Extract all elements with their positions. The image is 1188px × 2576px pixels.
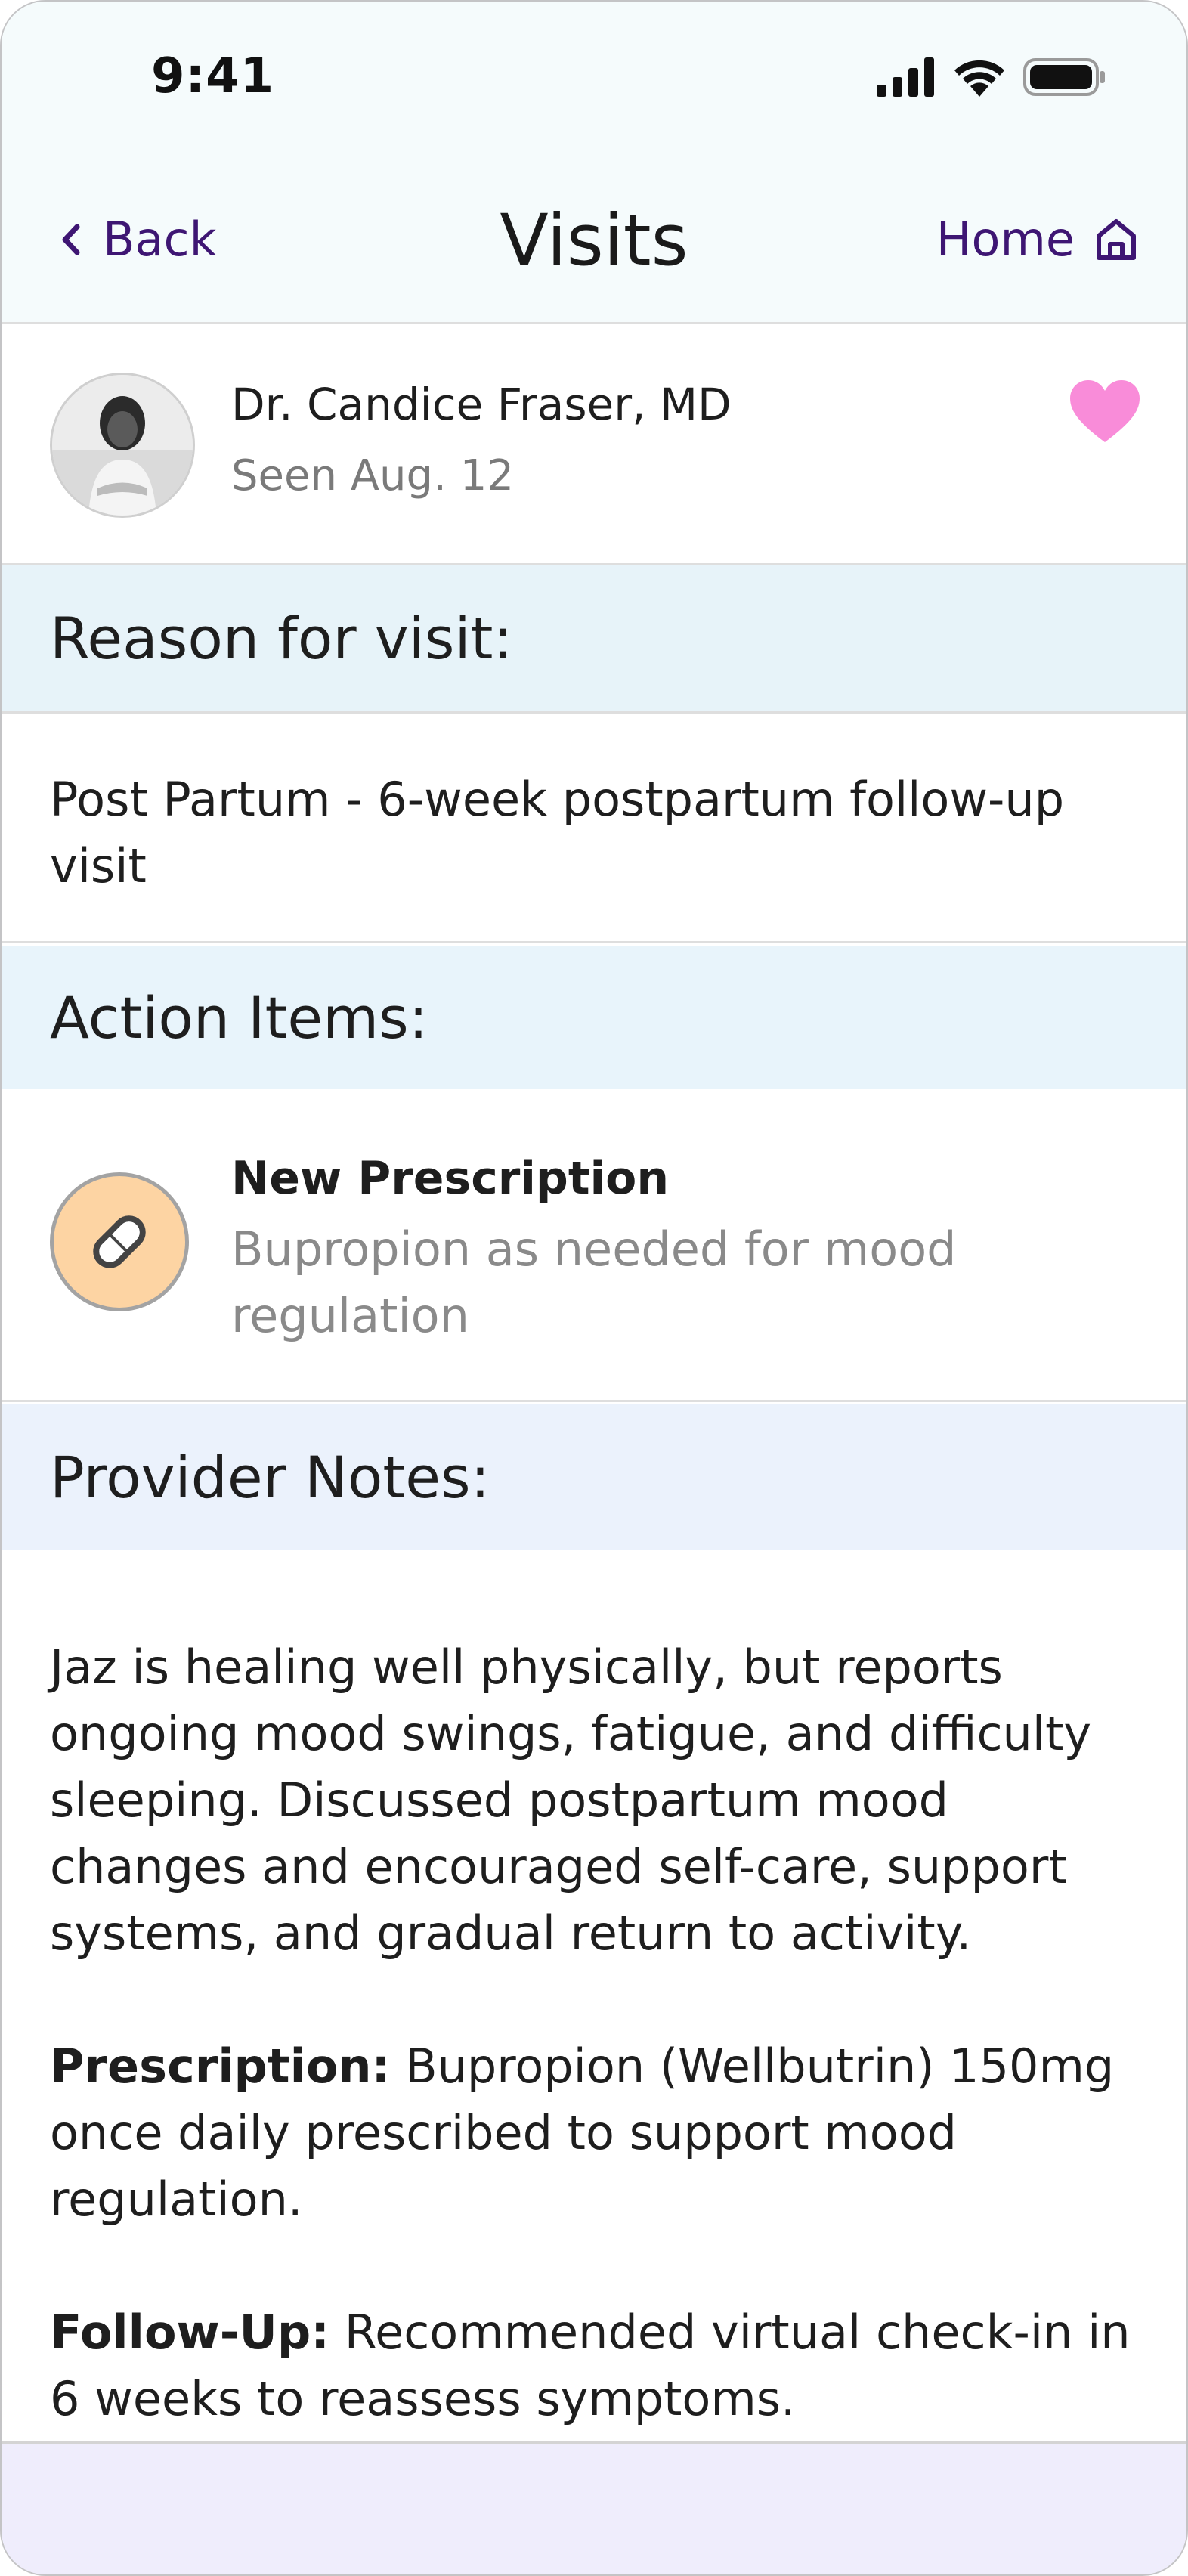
battery-icon <box>1023 58 1105 96</box>
reason-body: Post Partum - 6-week postpartum follow-u… <box>2 714 1186 943</box>
header: 9:41 Back Visits Home <box>2 2 1186 324</box>
follow-up-label: Follow-Up: <box>50 2305 330 2360</box>
provider-notes-header: Provider Notes: <box>2 1404 1186 1550</box>
provider-card[interactable]: Dr. Candice Fraser, MD Seen Aug. 12 <box>2 324 1186 565</box>
status-icons <box>877 57 1106 97</box>
pill-icon-badge <box>50 1172 189 1311</box>
action-item-description: Bupropion as needed for mood regulation <box>231 1221 957 1343</box>
action-items-header: Action Items: <box>2 946 1186 1089</box>
action-item-title: New Prescription <box>231 1152 670 1205</box>
wifi-icon <box>954 60 1004 97</box>
provider-name: Dr. Candice Fraser, MD <box>231 379 732 430</box>
phone-screen: 9:41 Back Visits Home Dr. Candice Fraser… <box>0 0 1188 2576</box>
action-item[interactable]: New Prescription Bupropion as needed for… <box>2 1089 1186 1402</box>
prescription-label: Prescription: <box>50 2039 391 2094</box>
notes-follow-up: Follow-Up: Recommended virtual check-in … <box>50 2299 1141 2432</box>
notes-prescription: Prescription: Bupropion (Wellbutrin) 150… <box>50 2033 1141 2233</box>
notes-summary: Jaz is healing well physically, but repo… <box>50 1639 1092 1961</box>
pill-icon <box>93 1215 146 1268</box>
home-icon <box>1097 218 1136 260</box>
home-label: Home <box>936 212 1075 267</box>
reason-header: Reason for visit: <box>2 565 1186 714</box>
provider-notes-heading: Provider Notes: <box>50 1443 490 1511</box>
reason-text: Post Partum - 6-week postpartum follow-u… <box>50 772 1065 893</box>
avatar <box>50 373 195 518</box>
reason-heading: Reason for visit: <box>50 605 513 672</box>
home-button[interactable]: Home <box>936 212 1140 267</box>
cellular-signal-icon <box>877 57 934 97</box>
bottom-bar <box>2 2441 1186 2574</box>
status-time: 9:41 <box>151 48 275 104</box>
provider-notes-body: Jaz is healing well physically, but repo… <box>2 1550 1186 2441</box>
action-items-heading: Action Items: <box>50 983 428 1051</box>
heart-icon[interactable] <box>1067 374 1143 450</box>
visit-date: Seen Aug. 12 <box>231 451 514 500</box>
